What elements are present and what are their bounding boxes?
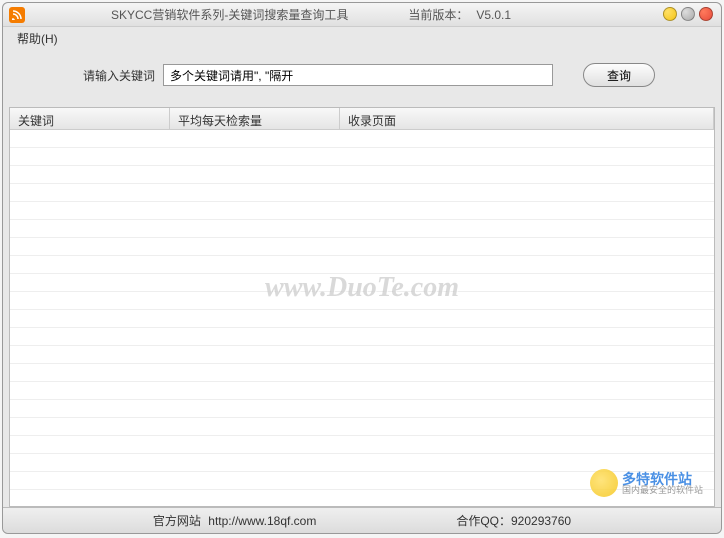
table-header: 关键词 平均每天检索量 收录页面 — [10, 108, 714, 130]
footer-site: 官方网站 http://www.18qf.com — [153, 512, 316, 529]
logo-text: 多特软件站 国内最安全的软件站 — [622, 472, 703, 495]
table-row — [10, 130, 714, 148]
maximize-button[interactable] — [681, 7, 695, 21]
table-row — [10, 256, 714, 274]
duote-logo: 多特软件站 国内最安全的软件站 — [590, 469, 703, 497]
footer: 官方网站 http://www.18qf.com 合作QQ：920293760 — [3, 507, 721, 533]
table-row — [10, 184, 714, 202]
footer-site-link[interactable]: http://www.18qf.com — [208, 514, 316, 528]
table-row — [10, 328, 714, 346]
table-row — [10, 274, 714, 292]
duck-icon — [590, 469, 618, 497]
query-button[interactable]: 查询 — [583, 63, 655, 87]
table-row — [10, 382, 714, 400]
search-label: 请输入关键词 — [83, 67, 155, 84]
column-indexed-pages[interactable]: 收录页面 — [340, 108, 714, 129]
table-row — [10, 436, 714, 454]
table-row — [10, 220, 714, 238]
table-row — [10, 292, 714, 310]
rss-icon — [9, 7, 25, 23]
footer-qq-label: 合作QQ： — [456, 514, 511, 528]
results-table: 关键词 平均每天检索量 收录页面 www.DuoTe.com — [9, 107, 715, 507]
table-row — [10, 202, 714, 220]
version-value: V5.0.1 — [476, 8, 511, 22]
window-controls — [663, 7, 713, 21]
app-title: SKYCC营销软件系列-关键词搜索量查询工具 — [111, 6, 348, 23]
table-row — [10, 238, 714, 256]
table-row — [10, 166, 714, 184]
logo-sub: 国内最安全的软件站 — [622, 486, 703, 495]
menu-help[interactable]: 帮助(H) — [11, 28, 64, 49]
table-row — [10, 310, 714, 328]
keyword-input[interactable] — [163, 64, 553, 86]
table-row — [10, 418, 714, 436]
footer-qq-value: 920293760 — [511, 514, 571, 528]
search-area: 请输入关键词 查询 — [3, 49, 721, 107]
column-keyword[interactable]: 关键词 — [10, 108, 170, 129]
close-button[interactable] — [699, 7, 713, 21]
table-row — [10, 400, 714, 418]
footer-site-label: 官方网站 — [153, 514, 201, 528]
table-row — [10, 364, 714, 382]
table-body: www.DuoTe.com — [10, 130, 714, 506]
logo-main: 多特软件站 — [622, 472, 703, 486]
minimize-button[interactable] — [663, 7, 677, 21]
version-label: 当前版本： — [408, 6, 468, 23]
footer-qq: 合作QQ：920293760 — [456, 512, 571, 529]
menubar: 帮助(H) — [3, 27, 721, 49]
titlebar: SKYCC营销软件系列-关键词搜索量查询工具 当前版本： V5.0.1 — [3, 3, 721, 27]
column-daily-search[interactable]: 平均每天检索量 — [170, 108, 340, 129]
table-row — [10, 346, 714, 364]
app-window: SKYCC营销软件系列-关键词搜索量查询工具 当前版本： V5.0.1 帮助(H… — [2, 2, 722, 534]
table-row — [10, 148, 714, 166]
